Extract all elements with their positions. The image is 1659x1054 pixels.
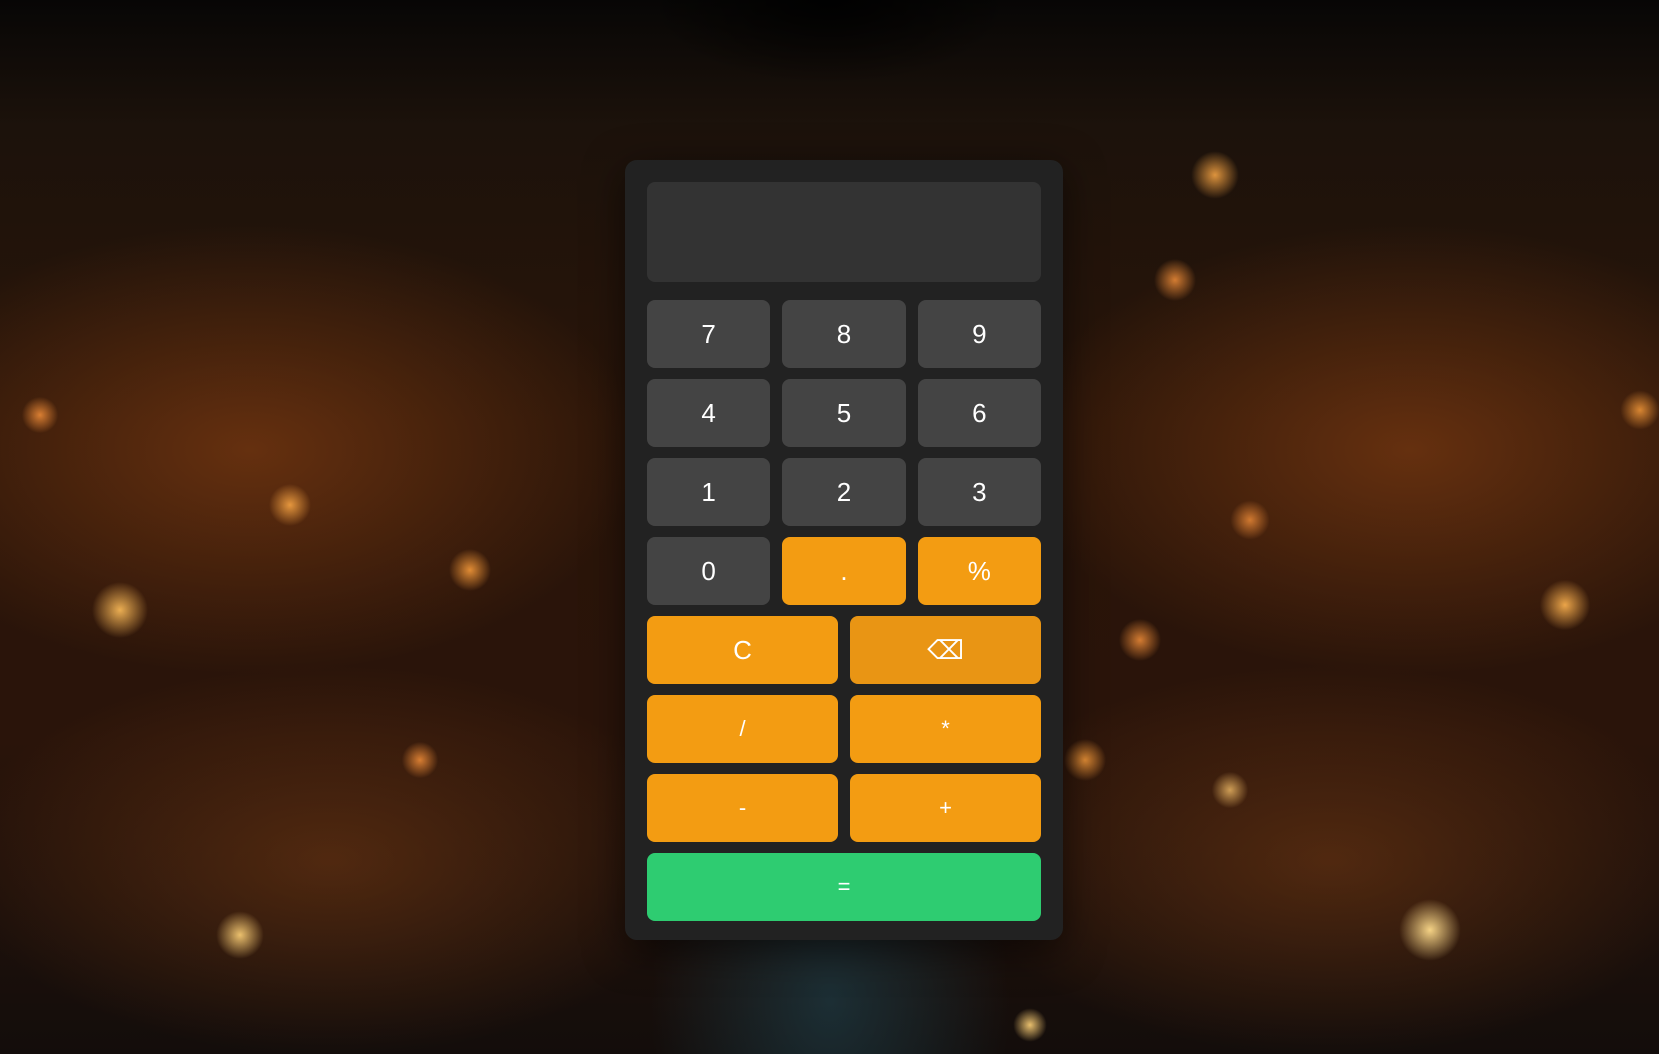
percent-button[interactable]: %: [917, 537, 1041, 605]
key-4-button[interactable]: 4: [647, 379, 771, 447]
backspace-icon: ⌫: [927, 634, 964, 665]
key-6-button[interactable]: 6: [917, 379, 1041, 447]
equals-button[interactable]: =: [647, 853, 1041, 921]
key-5-button[interactable]: 5: [782, 379, 906, 447]
key-9-button[interactable]: 9: [917, 300, 1041, 368]
backspace-button[interactable]: ⌫: [850, 616, 1041, 684]
multiply-button[interactable]: *: [850, 695, 1041, 763]
key-7-button[interactable]: 7: [647, 300, 771, 368]
decimal-button[interactable]: .: [782, 537, 906, 605]
keypad: 7 8 9 4 5 6 1 2 3 0 . % C ⌫ / * - + =: [647, 300, 1041, 921]
clear-button[interactable]: C: [647, 616, 838, 684]
key-0-button[interactable]: 0: [647, 537, 771, 605]
key-1-button[interactable]: 1: [647, 458, 771, 526]
calculator-panel: 7 8 9 4 5 6 1 2 3 0 . % C ⌫ / * - + =: [625, 160, 1063, 940]
calculator-display: [647, 182, 1041, 282]
key-8-button[interactable]: 8: [782, 300, 906, 368]
key-2-button[interactable]: 2: [782, 458, 906, 526]
add-button[interactable]: +: [850, 774, 1041, 842]
subtract-button[interactable]: -: [647, 774, 838, 842]
divide-button[interactable]: /: [647, 695, 838, 763]
key-3-button[interactable]: 3: [917, 458, 1041, 526]
